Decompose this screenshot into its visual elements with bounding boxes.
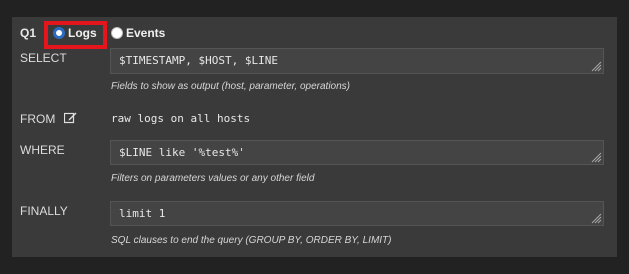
finally-hint: SQL clauses to end the query (GROUP BY, … (111, 235, 392, 246)
events-radio[interactable] (111, 27, 123, 39)
finally-label: FINALLY (20, 204, 68, 218)
resize-grip-icon[interactable] (590, 151, 602, 163)
events-radio-label[interactable]: Events (126, 26, 165, 40)
logs-radio-label[interactable]: Logs (68, 26, 97, 40)
select-label: SELECT (20, 51, 67, 65)
query-panel: Q1 Logs Events SELECT $TIMESTAMP, $HOST,… (12, 17, 617, 257)
logs-radio[interactable] (53, 27, 65, 39)
finally-input[interactable]: limit 1 (110, 201, 604, 226)
from-value: raw logs on all hosts (111, 112, 251, 125)
where-label: WHERE (20, 143, 65, 157)
from-label: FROM (20, 112, 56, 126)
where-hint: Filters on parameters values or any othe… (111, 173, 315, 184)
finally-value: limit 1 (119, 207, 166, 220)
edit-icon[interactable] (64, 111, 77, 124)
where-input[interactable]: $LINE like '%test%' (110, 140, 604, 165)
resize-grip-icon[interactable] (590, 60, 602, 72)
resize-grip-icon[interactable] (590, 212, 602, 224)
from-label-wrap: FROM (20, 112, 77, 126)
where-value: $LINE like '%test%' (119, 146, 245, 159)
select-input[interactable]: $TIMESTAMP, $HOST, $LINE (110, 48, 604, 74)
select-hint: Fields to show as output (host, paramete… (111, 81, 351, 92)
query-id-label: Q1 (20, 26, 37, 40)
select-value: $TIMESTAMP, $HOST, $LINE (119, 54, 278, 67)
